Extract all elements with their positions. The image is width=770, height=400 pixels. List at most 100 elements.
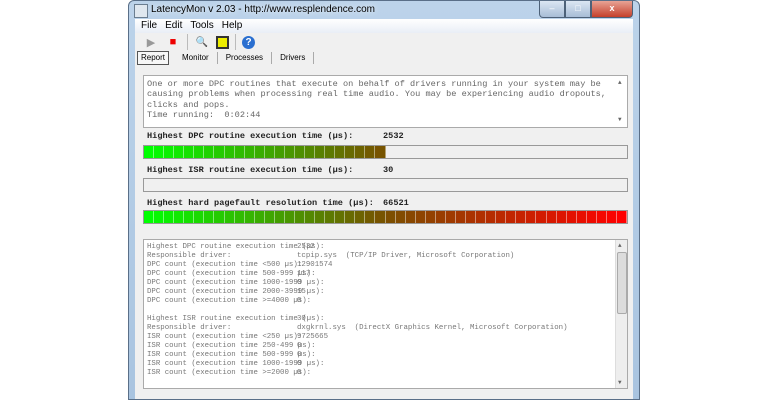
meter-segment (244, 146, 255, 158)
windows-icon[interactable] (216, 35, 229, 49)
detail-row: DPC count (execution time 2000-3999 µs):… (147, 288, 624, 297)
detail-value: 30 (297, 315, 306, 323)
meter-segment (556, 211, 567, 223)
detail-key: ISR count (execution time 250-499 µs): (147, 342, 316, 350)
menu-tools[interactable]: Tools (190, 19, 213, 33)
tab-drivers[interactable]: Drivers (272, 52, 315, 64)
detail-row: Highest ISR routine execution time (µs):… (147, 315, 624, 324)
meter-segment (194, 211, 205, 223)
detail-key: DPC count (execution time 500-999 µs): (147, 270, 316, 278)
menu-file[interactable]: File (141, 19, 157, 33)
meter-segment (496, 211, 507, 223)
play-icon[interactable]: ▶ (143, 34, 159, 50)
tab-bar: Report Monitor Processes Drivers (135, 51, 633, 65)
meter-segment (365, 146, 376, 158)
meter-segment (305, 146, 316, 158)
meter-segment (335, 146, 346, 158)
meter-segment (536, 211, 547, 223)
toolbar-separator (187, 34, 188, 50)
stop-icon[interactable]: ■ (165, 34, 181, 50)
detail-value: 15 (297, 288, 306, 296)
detail-row: DPC count (execution time 500-999 µs): 11… (147, 270, 624, 279)
meter-segment (576, 211, 587, 223)
meter-segment (174, 146, 185, 158)
detail-key: Highest ISR routine execution time (µs): (147, 315, 325, 323)
detail-value: tcpip.sys (TCP/IP Driver, Microsoft Corp… (297, 252, 515, 260)
detail-row: ISR count (execution time 1000-1999 µs):… (147, 360, 624, 369)
detail-value: dxgkrnl.sys (DirectX Graphics Kernel, Mi… (297, 324, 568, 332)
detail-row: ISR count (execution time >=2000 µs): 0 (147, 369, 624, 378)
pagefault-value: 66521 (383, 198, 409, 208)
maximize-button[interactable]: □ (565, 1, 591, 18)
meter-segment (546, 211, 557, 223)
detail-key: Highest DPC routine execution time (µs): (147, 243, 325, 251)
tab-report[interactable]: Report (137, 51, 170, 65)
report-text: One or more DPC routines that execute on… (147, 79, 606, 121)
meter-segment (164, 211, 175, 223)
tab-processes[interactable]: Processes (218, 52, 273, 64)
pagefault-meter-bar (143, 210, 628, 224)
isr-meter-bar (143, 178, 628, 192)
detail-row: DPC count (execution time >=4000 µs): 0 (147, 297, 624, 306)
computer-search-icon[interactable]: 🔍 (194, 34, 210, 50)
meter-segment (616, 211, 627, 223)
dpc-meter-bar (143, 145, 628, 159)
app-window: LatencyMon v 2.03 - http://www.resplende… (128, 0, 640, 400)
meter-segment (415, 211, 426, 223)
detail-value: 0 (297, 297, 302, 305)
detail-value: 0 (297, 360, 302, 368)
meter-segment (355, 211, 366, 223)
meter-segment (254, 211, 265, 223)
meter-segment (294, 211, 305, 223)
detail-key: ISR count (execution time <250 µs): (147, 333, 303, 341)
meter-segment (586, 211, 597, 223)
tab-monitor[interactable]: Monitor (174, 52, 218, 64)
detail-key: ISR count (execution time 1000-1999 µs): (147, 360, 325, 368)
meter-segment (476, 211, 487, 223)
detail-row: ISR count (execution time 500-999 µs): 0 (147, 351, 624, 360)
meter-segment (284, 211, 295, 223)
meter-segment (204, 211, 215, 223)
meter-segment (596, 211, 607, 223)
toolbar-separator (235, 34, 236, 50)
detail-key: Responsible driver: (147, 252, 232, 260)
app-icon (134, 4, 148, 18)
detail-value: 0 (297, 342, 302, 350)
help-icon[interactable]: ? (242, 35, 255, 49)
menu-edit[interactable]: Edit (165, 19, 182, 33)
detail-row: DPC count (execution time <500 µs): 12901… (147, 261, 624, 270)
detail-key: ISR count (execution time 500-999 µs): (147, 351, 316, 359)
meter-segment (144, 211, 155, 223)
meter-segment (445, 211, 456, 223)
meter-segment (606, 211, 617, 223)
meter-segment (365, 211, 376, 223)
pagefault-label: Highest hard pagefault resolution time (… (147, 198, 374, 208)
details-scrollbar[interactable]: ▲ ▼ (615, 240, 627, 388)
meter-segment (385, 211, 396, 223)
detail-key: Responsible driver: (147, 324, 232, 332)
meter-segment (335, 211, 346, 223)
menu-help[interactable]: Help (222, 19, 243, 33)
meter-segment (184, 211, 195, 223)
dpc-label: Highest DPC routine execution time (µs): (147, 131, 354, 141)
isr-value: 30 (383, 165, 394, 175)
detail-row: ISR count (execution time 250-499 µs): 0 (147, 342, 624, 351)
isr-label: Highest ISR routine execution time (µs): (147, 165, 354, 175)
meter-segment (395, 211, 406, 223)
detail-value: 0 (297, 369, 302, 377)
detail-key: DPC count (execution time >=4000 µs): (147, 297, 312, 305)
minimize-button[interactable]: – (539, 1, 565, 18)
pagefault-meter-label: Highest hard pagefault resolution time (… (147, 198, 409, 208)
meter-segment (315, 211, 326, 223)
meter-segment (516, 211, 527, 223)
meter-segment (274, 146, 285, 158)
meter-segment (355, 146, 366, 158)
meter-segment (486, 211, 497, 223)
detail-value: 12901574 (297, 261, 333, 269)
meter-segment (244, 211, 255, 223)
meter-segment (224, 146, 235, 158)
detail-value: 2532 (297, 243, 315, 251)
meter-segment (375, 211, 386, 223)
isr-meter-label: Highest ISR routine execution time (µs):… (147, 165, 393, 175)
close-button[interactable]: x (591, 1, 633, 18)
